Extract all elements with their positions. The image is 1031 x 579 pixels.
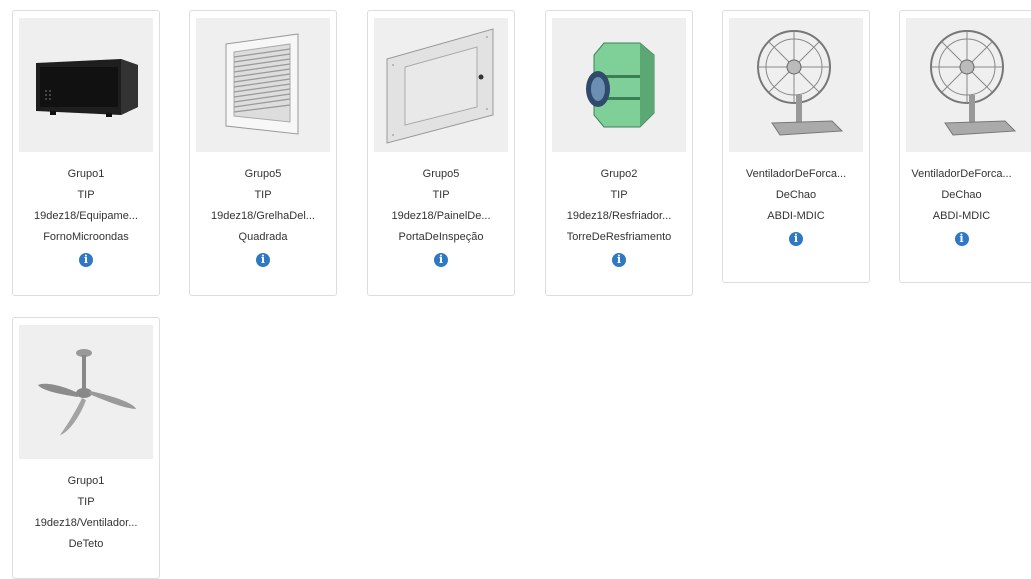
ceiling-fan-thumbnail (19, 325, 153, 459)
type-label: TIP (254, 190, 272, 201)
type-label: TIP (77, 190, 95, 201)
cooling-tower-thumbnail (552, 18, 686, 152)
source-label: ABDI-MDIC (767, 211, 825, 222)
group-label: Grupo5 (244, 169, 282, 180)
info-icon[interactable]: i (954, 232, 969, 246)
group-label: Grupo1 (67, 169, 105, 180)
name-label: DeTeto (68, 539, 104, 550)
path-label: 19dez18/Equipame... (34, 211, 138, 222)
microwave-oven-thumbnail (19, 18, 153, 152)
info-icon[interactable]: i (256, 253, 270, 267)
name-label: VentiladorDeForca... (745, 169, 847, 180)
path-label: 19dez18/Resfriador... (566, 211, 672, 222)
inspection-panel-thumbnail (374, 18, 508, 152)
object-card[interactable]: Grupo1 TIP 19dez18/Equipame... FornoMicr… (12, 10, 160, 296)
object-card[interactable]: Grupo2 TIP 19dez18/Resfriador... TorreDe… (545, 10, 693, 296)
type-label: DeChao (775, 190, 817, 201)
group-label: Grupo1 (67, 476, 105, 487)
object-card[interactable]: Grupo1 TIP 19dez18/Ventilador... DeTeto (12, 317, 160, 579)
square-grille-thumbnail (196, 18, 330, 152)
object-card[interactable]: Grupo5 TIP 19dez18/GrelhaDel... Quadrada… (189, 10, 337, 296)
name-label: TorreDeResfriamento (566, 232, 672, 243)
info-icon[interactable]: i (79, 253, 93, 267)
info-icon[interactable]: i (434, 253, 448, 267)
info-icon[interactable]: i (789, 232, 803, 246)
path-label: 19dez18/Ventilador... (34, 518, 138, 529)
type-label: TIP (610, 190, 628, 201)
path-label: 19dez18/GrelhaDel... (211, 211, 315, 222)
name-label: FornoMicroondas (43, 232, 129, 243)
type-label: TIP (77, 497, 95, 508)
type-label: DeChao (941, 190, 982, 201)
source-label: ABDI-MDIC (932, 211, 991, 222)
object-card[interactable]: VentiladorDeForca... DeChao ABDI-MDIC i (722, 10, 870, 283)
path-label: 19dez18/PainelDe... (391, 211, 491, 222)
group-label: Grupo5 (422, 169, 460, 180)
object-card[interactable]: VentiladorDeForca... DeChao ABDI-MDIC i (899, 10, 1031, 283)
type-label: TIP (432, 190, 450, 201)
group-label: Grupo2 (600, 169, 638, 180)
floor-fan-thumbnail (729, 18, 863, 152)
name-label: Quadrada (238, 232, 288, 243)
floor-fan-thumbnail (906, 18, 1031, 152)
name-label: PortaDeInspeção (398, 232, 484, 243)
name-label: VentiladorDeForca... (911, 169, 1012, 180)
info-icon[interactable]: i (612, 253, 626, 267)
object-card[interactable]: Grupo5 TIP 19dez18/PainelDe... PortaDeIn… (367, 10, 515, 296)
